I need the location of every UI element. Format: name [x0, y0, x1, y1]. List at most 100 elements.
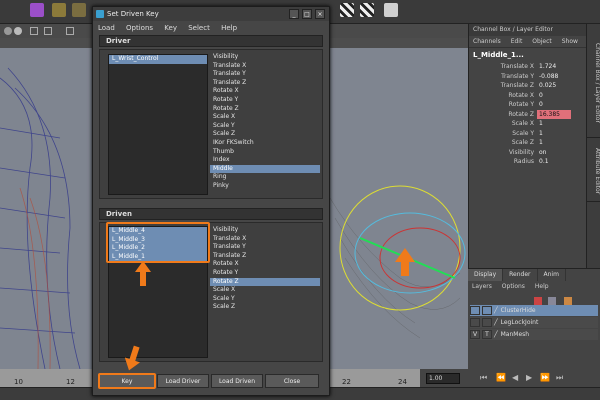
driver-object-item[interactable]: L_Wrist_Control — [109, 55, 207, 64]
key-button[interactable]: Key — [99, 374, 155, 388]
driven-attribute-item[interactable]: Rotate Y — [210, 269, 320, 278]
driven-attribute-item[interactable]: Translate X — [210, 235, 320, 244]
menu-layers[interactable]: Layers — [472, 283, 492, 290]
layer-row[interactable]: ╱ ClusterHide — [470, 305, 598, 316]
visibility-toggle[interactable] — [470, 318, 480, 327]
channel-row[interactable]: Scale X1 — [469, 119, 586, 129]
tab-anim[interactable]: Anim — [538, 269, 566, 281]
tool-icon[interactable] — [52, 3, 66, 17]
checker-icon[interactable] — [340, 3, 354, 17]
menu-edit[interactable]: Edit — [511, 38, 523, 45]
driver-attribute-item[interactable]: Rotate Y — [210, 96, 320, 105]
driver-attribute-item[interactable]: IKor FKSwitch — [210, 139, 320, 148]
channel-row[interactable]: Translate Z 0.025 — [469, 81, 586, 91]
driven-object-item[interactable]: L_Middle_1 — [109, 252, 207, 262]
channel-row[interactable]: Scale Z1 — [469, 138, 586, 148]
current-frame-field[interactable]: 1.00 — [426, 373, 460, 384]
driver-attribute-item[interactable]: Thumb — [210, 148, 320, 157]
driver-attribute-list[interactable]: Visibility Translate X Translate Y Translat… — [210, 53, 320, 191]
new-layer-icon[interactable] — [548, 297, 556, 305]
close-button[interactable]: Close — [265, 374, 319, 388]
template-toggle[interactable] — [482, 306, 492, 315]
driven-object-list[interactable]: L_Middle_4 L_Middle_3 L_Middle_2 L_Middle_1 — [108, 226, 208, 358]
driver-object-list[interactable]: L_Wrist_Control — [108, 54, 208, 195]
sphere-icon[interactable] — [14, 27, 22, 35]
layer-color-icon[interactable]: ╱ — [494, 307, 498, 314]
layer-color-icon[interactable]: ╱ — [494, 319, 498, 326]
channel-value[interactable]: 0 — [537, 100, 571, 110]
driver-attribute-item[interactable]: Translate X — [210, 62, 320, 71]
menu-help[interactable]: Help — [535, 283, 549, 290]
channel-row[interactable]: Translate X 1.724 — [469, 62, 586, 72]
template-toggle[interactable] — [482, 318, 492, 327]
driven-object-item[interactable]: L_Middle_3 — [109, 235, 207, 245]
tool-icon[interactable] — [72, 3, 86, 17]
channel-row[interactable]: Visibility on — [469, 148, 586, 158]
channel-row[interactable]: Scale Y1 — [469, 129, 586, 139]
camera-icon[interactable] — [44, 27, 52, 35]
channel-row[interactable]: Rotate Y0 — [469, 100, 586, 110]
driver-attribute-item[interactable]: Ring — [210, 173, 320, 182]
new-layer-icon[interactable] — [564, 297, 572, 305]
tab-attribute-editor[interactable]: Attribute Editor — [587, 142, 600, 202]
channel-value[interactable]: 0.025 — [537, 81, 571, 91]
driven-attribute-item[interactable]: Translate Z — [210, 252, 320, 261]
play-back-icon[interactable]: ◀ — [512, 373, 518, 382]
channel-name[interactable]: Scale X — [469, 119, 537, 129]
channel-row[interactable]: Rotate Z 16.385 — [469, 109, 586, 119]
tab-channel-box-layer-editor[interactable]: Channel Box / Layer Editor — [587, 28, 600, 138]
driven-object-item[interactable]: L_Middle_4 — [109, 227, 207, 236]
minimize-icon[interactable]: _ — [289, 9, 299, 19]
channel-name[interactable]: Visibility — [469, 148, 537, 158]
channel-value[interactable]: 1 — [537, 129, 571, 139]
go-to-end-icon[interactable]: ⏭ — [556, 373, 563, 383]
driven-attribute-item[interactable]: Visibility — [210, 226, 320, 235]
visibility-toggle[interactable]: V — [470, 330, 480, 339]
visibility-toggle[interactable] — [470, 306, 480, 315]
channel-value[interactable]: 0 — [537, 91, 571, 101]
maximize-icon[interactable]: □ — [302, 9, 312, 19]
step-forward-icon[interactable]: ⏩ — [540, 373, 550, 382]
channel-value[interactable]: 1 — [537, 119, 571, 129]
driver-attribute-item[interactable]: Visibility — [210, 53, 320, 62]
camera-icon[interactable] — [66, 27, 74, 35]
channel-value[interactable]: 0.1 — [537, 157, 571, 167]
menu-select[interactable]: Select — [188, 24, 210, 32]
driver-attribute-item[interactable]: Rotate X — [210, 87, 320, 96]
channel-name[interactable]: Scale Z — [469, 138, 537, 148]
menu-object[interactable]: Object — [532, 38, 552, 45]
driven-attribute-item[interactable]: Rotate X — [210, 260, 320, 269]
driven-object-item[interactable]: L_Middle_2 — [109, 244, 207, 253]
load-driver-button[interactable]: Load Driver — [157, 374, 209, 388]
driven-attribute-item[interactable]: Translate Y — [210, 243, 320, 252]
channel-row[interactable]: Radius 0.1 — [469, 157, 586, 167]
new-layer-icon[interactable] — [534, 297, 542, 305]
sphere-icon[interactable] — [4, 27, 12, 35]
driver-attribute-item[interactable]: Scale Z — [210, 130, 320, 139]
selected-node-name[interactable]: L_Middle_1... — [469, 48, 586, 62]
go-to-start-icon[interactable]: ⏮ — [480, 373, 487, 383]
driver-attribute-item[interactable]: Middle — [210, 164, 320, 174]
channel-name[interactable]: Scale Y — [469, 129, 537, 139]
close-icon[interactable]: × — [315, 9, 325, 19]
tool-icon[interactable] — [384, 3, 398, 17]
menu-options[interactable]: Options — [126, 24, 153, 32]
channel-value[interactable]: 1 — [537, 138, 571, 148]
driver-attribute-item[interactable]: Translate Y — [210, 70, 320, 79]
driven-attribute-list[interactable]: Visibility Translate X Translate Y Translat… — [210, 226, 320, 312]
channel-value[interactable]: 16.385 — [537, 109, 571, 119]
driver-attribute-item[interactable]: Translate Z — [210, 79, 320, 88]
layer-row[interactable]: ╱ LegLockJoint — [470, 317, 598, 328]
driven-attribute-item[interactable]: Rotate Z — [210, 277, 320, 287]
menu-load[interactable]: Load — [98, 24, 115, 32]
channel-row[interactable]: Rotate X0 — [469, 91, 586, 101]
menu-show[interactable]: Show — [562, 38, 578, 45]
driver-attribute-item[interactable]: Pinky — [210, 182, 320, 191]
driver-attribute-item[interactable]: Scale Y — [210, 122, 320, 131]
cube-icon[interactable] — [30, 3, 44, 17]
channel-name[interactable]: Rotate X — [469, 91, 537, 101]
channel-name[interactable]: Translate X — [469, 62, 537, 72]
load-driven-button[interactable]: Load Driven — [211, 374, 263, 388]
tab-render[interactable]: Render — [503, 269, 538, 281]
driven-attribute-item[interactable]: Scale Z — [210, 303, 320, 312]
